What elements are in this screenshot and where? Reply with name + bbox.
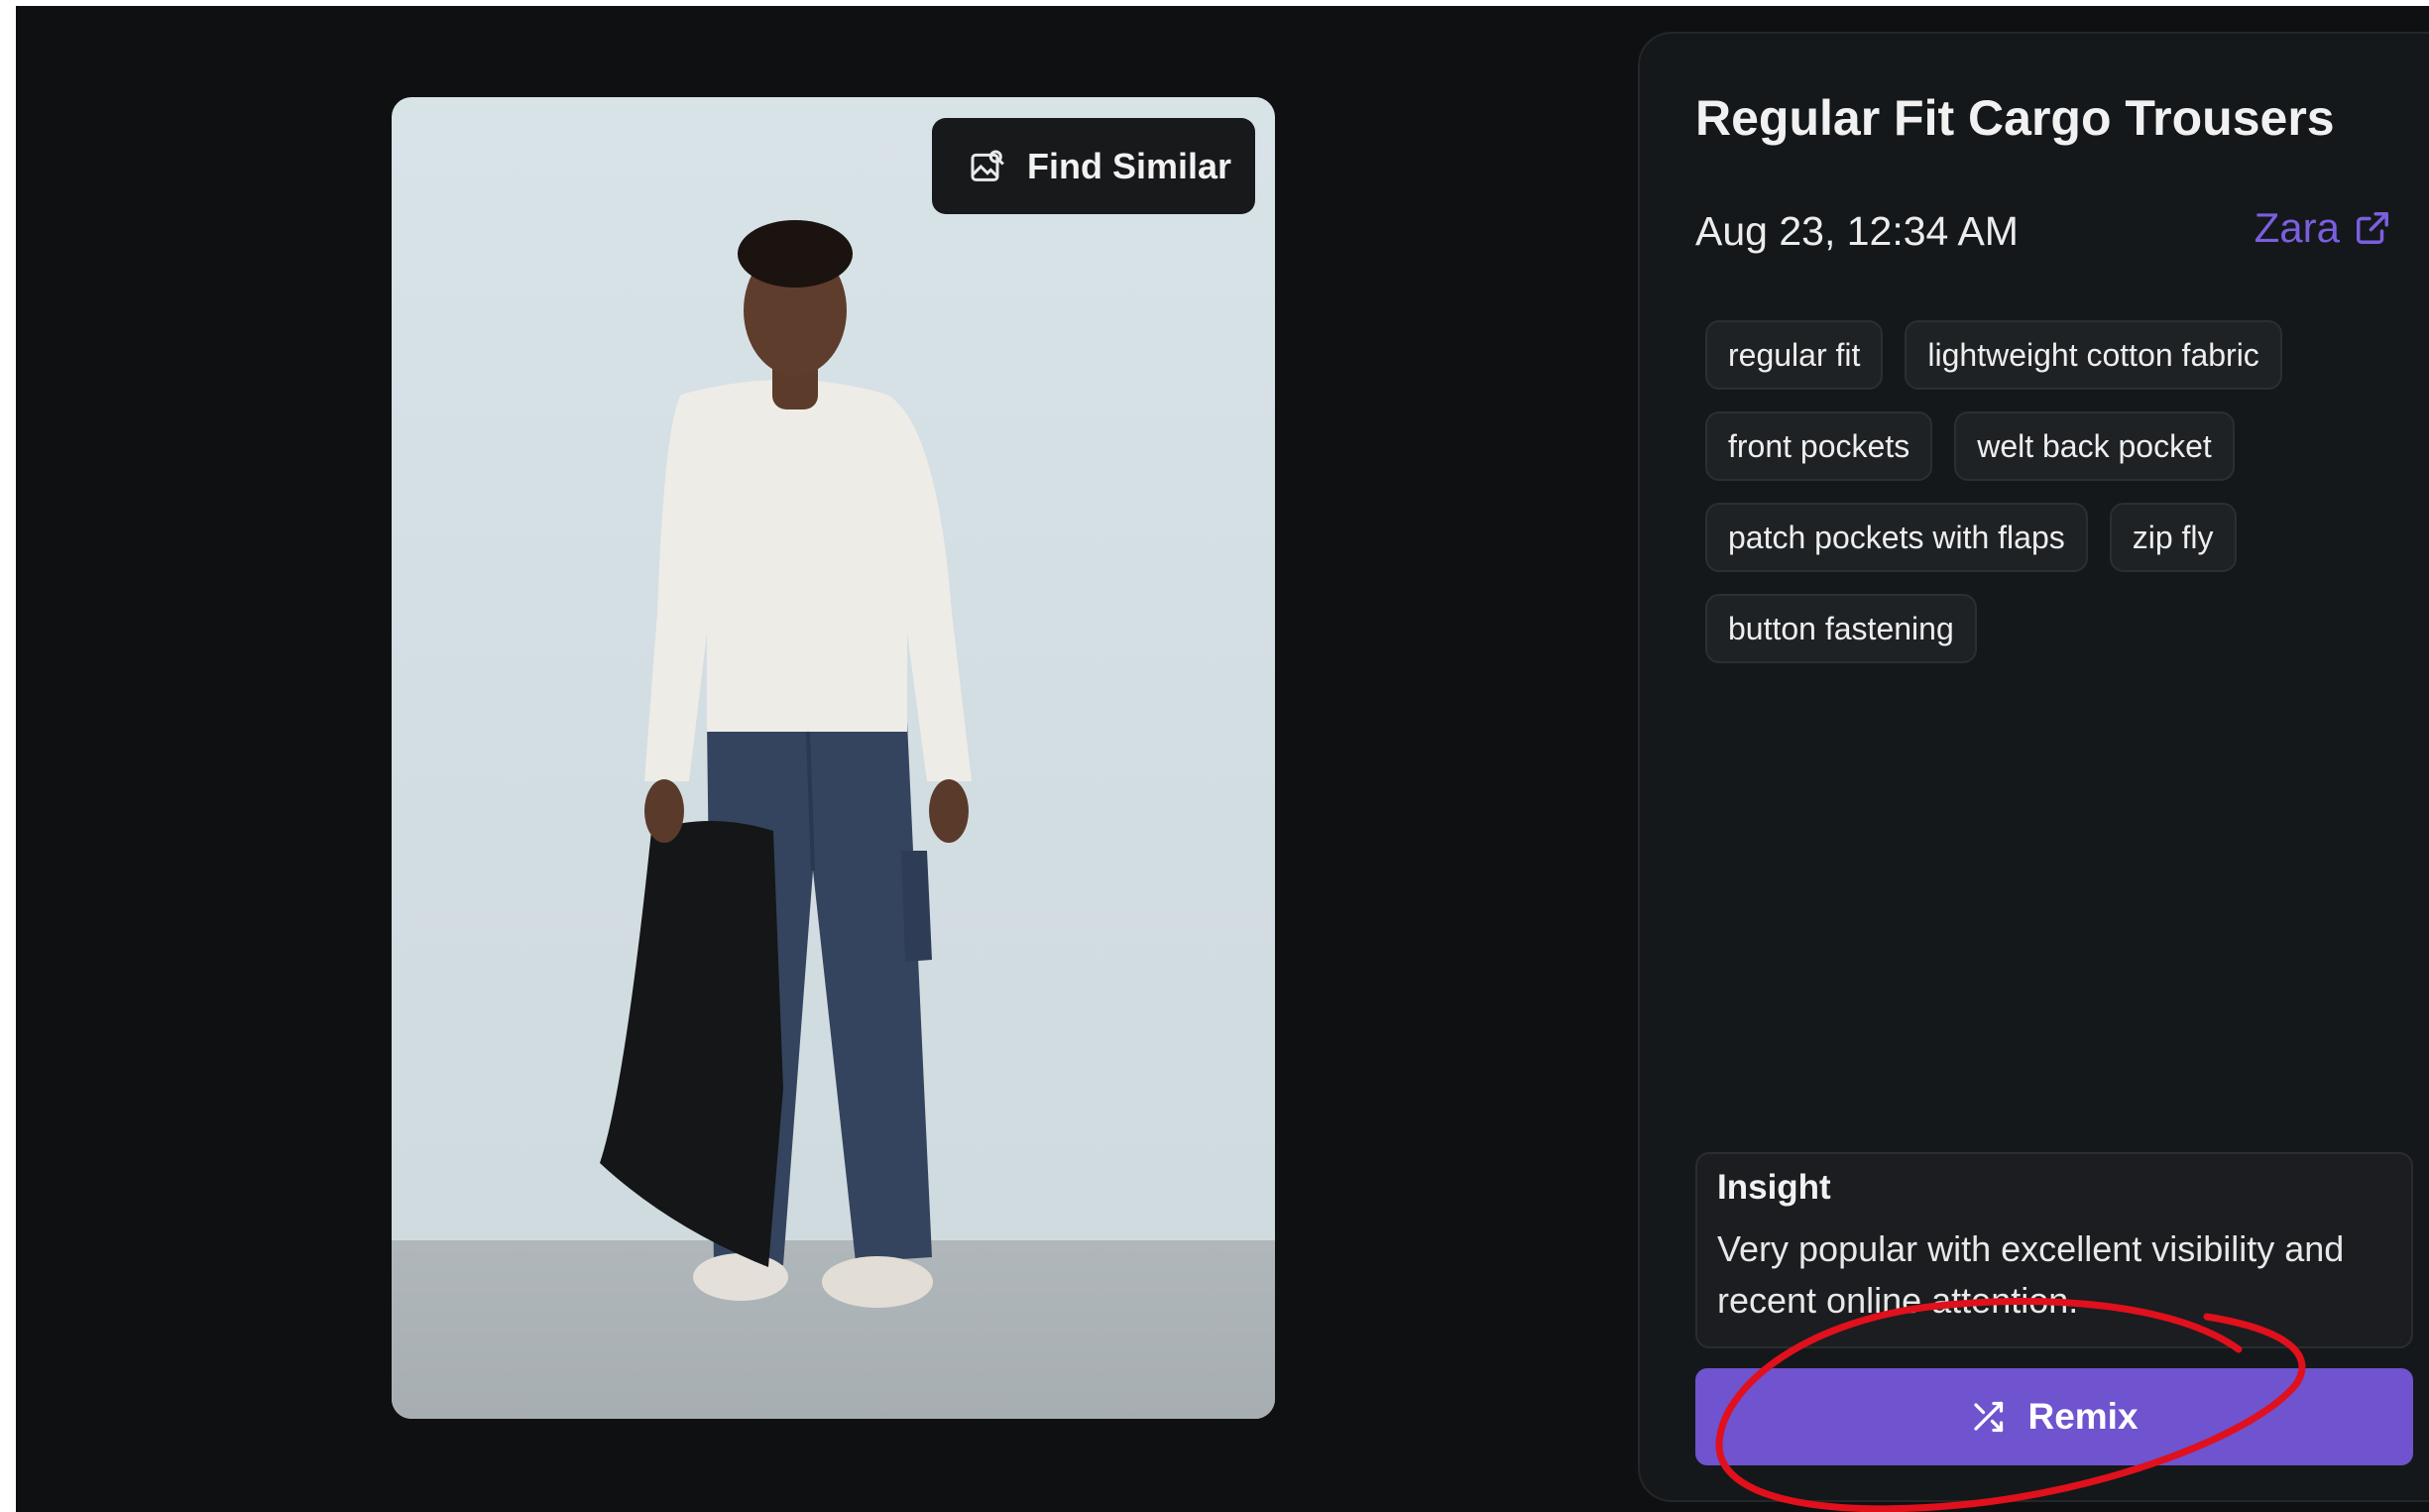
feature-tag: lightweight cotton fabric <box>1905 320 2282 390</box>
product-image[interactable]: Find Similar <box>392 97 1275 1419</box>
remix-button[interactable]: Remix <box>1695 1368 2413 1465</box>
feature-tag-list: regular fit lightweight cotton fabric fr… <box>1705 320 2399 663</box>
feature-tag: patch pockets with flaps <box>1705 503 2088 572</box>
model-figure <box>600 220 972 1308</box>
feature-tag: regular fit <box>1705 320 1884 390</box>
find-similar-label: Find Similar <box>1027 145 1232 186</box>
image-search-icon <box>971 150 1004 181</box>
product-date: Aug 23, 12:34 AM <box>1695 208 2019 254</box>
shuffle-icon <box>1974 1401 2004 1433</box>
feature-tag: welt back pocket <box>1954 411 2235 481</box>
feature-tag: button fastening <box>1705 594 1977 663</box>
brand-link[interactable]: Zara <box>2255 204 2391 252</box>
external-link-icon <box>2357 212 2388 244</box>
app-window: Find Similar Regular Fit Cargo Trousers … <box>16 6 2429 1512</box>
insight-text: Very popular with excellent visibility a… <box>1717 1228 2345 1321</box>
product-title: Regular Fit Cargo Trousers <box>1695 90 2335 146</box>
insight-box: Insight Very popular with excellent visi… <box>1695 1152 2413 1348</box>
find-similar-button[interactable]: Find Similar <box>932 118 1255 214</box>
insight-heading: Insight <box>1717 1168 1831 1207</box>
brand-name: Zara <box>2254 204 2340 251</box>
feature-tag: front pockets <box>1705 411 1933 481</box>
product-details-panel: Regular Fit Cargo Trousers Aug 23, 12:34… <box>1638 32 2429 1502</box>
remix-label: Remix <box>2027 1396 2139 1437</box>
feature-tag: zip fly <box>2109 503 2237 572</box>
